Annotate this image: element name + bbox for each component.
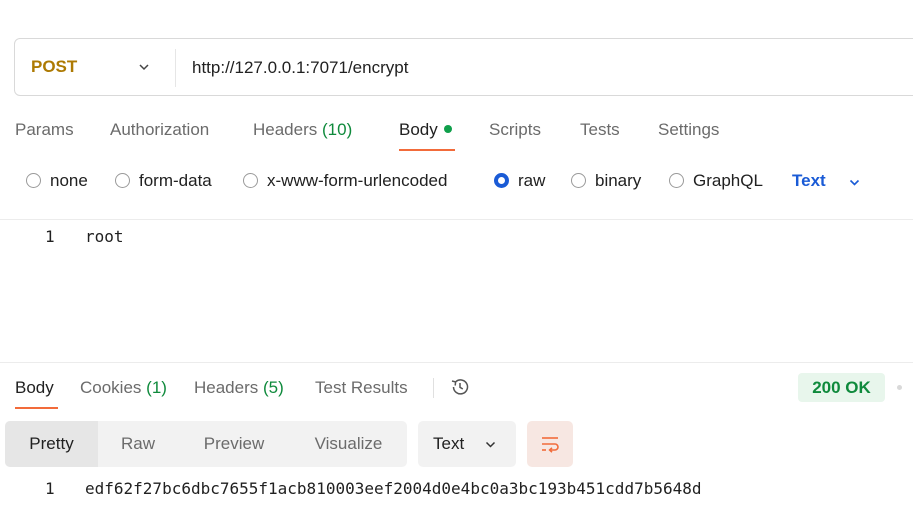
view-mode-pretty[interactable]: Pretty: [5, 421, 98, 467]
divider: [0, 362, 913, 363]
editor-line-number: 1: [45, 227, 55, 246]
url-input[interactable]: http://127.0.0.1:7071/encrypt: [192, 58, 408, 78]
radio-button-icon: [571, 173, 586, 188]
chevron-down-icon[interactable]: [137, 60, 151, 74]
tab-params[interactable]: Params: [15, 120, 74, 140]
radio-label: GraphQL: [693, 171, 763, 190]
request-body-editor[interactable]: root: [85, 227, 124, 246]
wrap-lines-button[interactable]: [527, 421, 573, 467]
view-mode-raw[interactable]: Raw: [98, 421, 178, 467]
headers-count: (10): [322, 120, 353, 139]
response-line-number: 1: [45, 479, 55, 498]
view-mode-preview[interactable]: Preview: [178, 421, 290, 467]
tab-scripts[interactable]: Scripts: [489, 120, 541, 140]
tab-headers[interactable]: Headers (10): [253, 120, 352, 140]
radio-raw[interactable]: raw: [494, 171, 545, 191]
radio-none[interactable]: none: [26, 171, 88, 191]
status-badge: 200 OK: [798, 373, 885, 402]
radio-selected-icon: [494, 173, 509, 188]
radio-label: x-www-form-urlencoded: [267, 171, 448, 190]
radio-label: form-data: [139, 171, 212, 190]
body-format-select[interactable]: Text: [792, 171, 826, 191]
tab-headers-label: Headers: [253, 120, 318, 139]
radio-label: none: [50, 171, 88, 190]
tab-tests[interactable]: Tests: [580, 120, 620, 140]
tab-settings[interactable]: Settings: [658, 120, 719, 140]
response-tab-test-results[interactable]: Test Results: [315, 378, 408, 398]
headers-count: (5): [263, 378, 284, 397]
cookies-count: (1): [146, 378, 167, 397]
tab-authorization[interactable]: Authorization: [110, 120, 209, 140]
radio-form-data[interactable]: form-data: [115, 171, 212, 191]
response-body: edf62f27bc6dbc7655f1acb810003eef2004d0e4…: [85, 479, 702, 498]
history-icon[interactable]: [449, 376, 471, 398]
radio-binary[interactable]: binary: [571, 171, 641, 191]
divider: [175, 49, 176, 87]
radio-graphql[interactable]: GraphQL: [669, 171, 763, 191]
radio-button-icon: [243, 173, 258, 188]
response-format-select[interactable]: Text: [418, 421, 516, 467]
response-tab-body[interactable]: Body: [15, 378, 54, 398]
cookies-label: Cookies: [80, 378, 142, 397]
more-dot-icon: [897, 385, 902, 390]
radio-label: binary: [595, 171, 642, 190]
response-tab-cookies[interactable]: Cookies (1): [80, 378, 167, 398]
view-mode-selector: Pretty Raw Preview Visualize: [5, 421, 407, 467]
radio-label: raw: [518, 171, 546, 190]
tab-body[interactable]: Body: [399, 120, 452, 140]
chevron-down-icon: [485, 441, 496, 448]
url-bar: POST http://127.0.0.1:7071/encrypt: [14, 38, 913, 96]
radio-button-icon: [26, 173, 41, 188]
wrap-text-icon: [542, 437, 559, 453]
radio-button-icon: [115, 173, 130, 188]
view-mode-visualize[interactable]: Visualize: [290, 421, 407, 467]
divider: [0, 219, 913, 220]
headers-label: Headers: [194, 378, 259, 397]
radio-urlencoded[interactable]: x-www-form-urlencoded: [243, 171, 447, 191]
chevron-down-icon[interactable]: [848, 176, 861, 189]
active-tab-indicator: [15, 407, 58, 409]
radio-button-icon: [669, 173, 684, 188]
response-tab-headers[interactable]: Headers (5): [194, 378, 284, 398]
tab-body-label: Body: [399, 120, 438, 139]
method-select[interactable]: POST: [31, 57, 77, 77]
format-label: Text: [433, 434, 465, 453]
divider: [433, 378, 434, 398]
active-tab-indicator: [399, 149, 455, 151]
body-modified-dot: [443, 125, 452, 133]
